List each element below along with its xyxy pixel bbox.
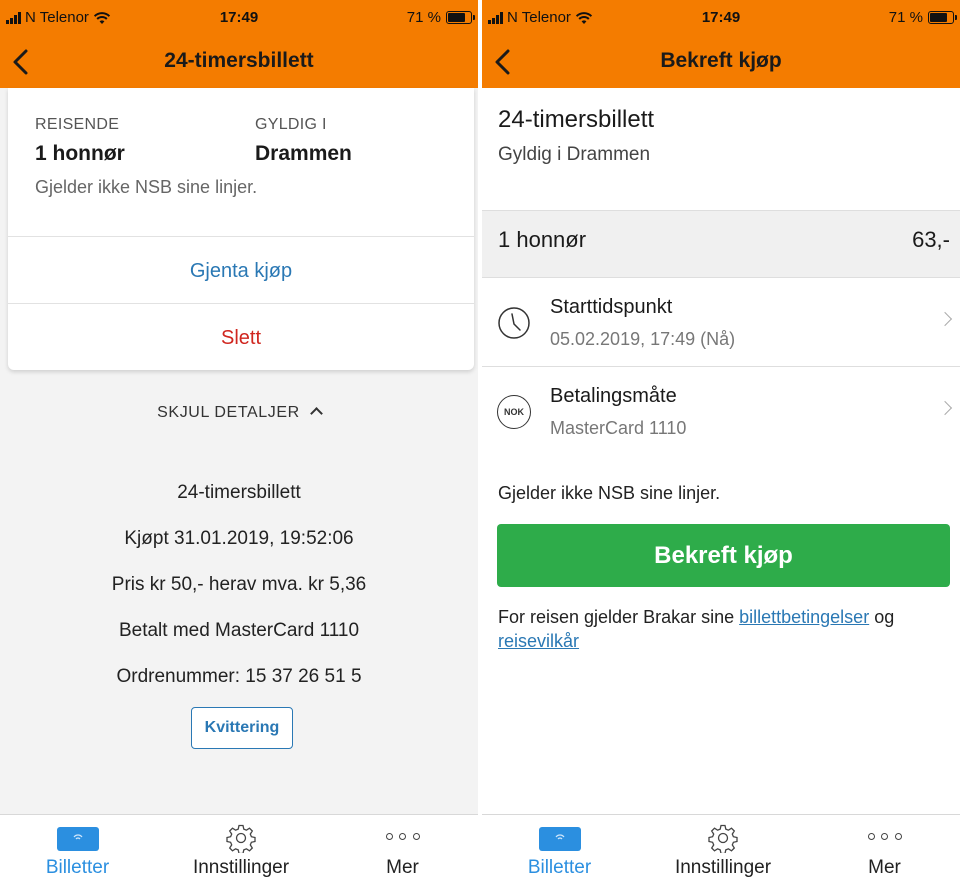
terms-prefix: For reisen gjelder Brakar sine <box>498 607 740 627</box>
travel-terms-link[interactable]: reisevilkår <box>498 631 579 651</box>
traveler-value: 1 honnør <box>35 142 125 165</box>
detail-price: Pris kr 50,- herav mva. kr 5,36 <box>111 574 367 595</box>
gear-icon <box>226 824 256 853</box>
ticket-details-screen: N Telenor 17:49 71 % 24-timersbillett RE… <box>0 0 478 884</box>
status-bar: N Telenor 17:49 71 % <box>482 0 960 36</box>
hide-details-toggle[interactable]: SKJUL DETALJER <box>0 404 478 422</box>
ticket-title: 24-timersbillett <box>498 106 655 133</box>
tab-tickets[interactable]: Billetter <box>0 815 155 884</box>
traveler-label: REISENDE <box>35 116 120 133</box>
ticket-note: Gjelder ikke NSB sine linjer. <box>498 483 721 503</box>
chevron-right-icon <box>937 311 953 327</box>
nav-bar: 24-timersbillett <box>0 36 478 88</box>
nav-bar: Bekreft kjøp <box>482 36 960 88</box>
hide-details-label: SKJUL DETALJER <box>157 404 300 421</box>
battery-percent: 71 % <box>406 9 441 26</box>
start-time-label: Starttidspunkt <box>550 296 673 318</box>
ticket-summary: 24-timersbillett Gyldig i Drammen <box>482 88 960 210</box>
payment-method-row[interactable]: NOK Betalingsmåte MasterCard 1110 <box>482 367 960 456</box>
terms-conjunction: og <box>869 607 895 627</box>
start-time-value: 05.02.2019, 17:49 (Nå) <box>550 329 736 349</box>
price-row: 1 honnør 63,- <box>482 210 960 278</box>
gear-icon <box>708 824 738 853</box>
tab-settings[interactable]: Innstillinger <box>637 815 809 884</box>
tab-settings-label: Innstillinger <box>192 857 290 878</box>
valid-in-label: GYLDIG I <box>255 116 327 133</box>
chevron-up-icon <box>309 407 323 420</box>
tab-bar: Billetter Innstillinger Mer <box>482 814 960 884</box>
tab-more-label: Mer <box>386 857 419 878</box>
ticket-terms-link[interactable]: billettbetingelser <box>739 607 869 627</box>
page-title: 24-timersbillett <box>164 49 314 72</box>
divider <box>8 236 474 237</box>
battery-icon <box>928 11 957 24</box>
ticket-note: Gjelder ikke NSB sine linjer. <box>35 177 258 197</box>
nok-currency-icon: NOK <box>497 395 531 429</box>
detail-payment: Betalt med MasterCard 1110 <box>118 620 360 641</box>
status-bar: N Telenor 17:49 71 % <box>0 0 478 36</box>
detail-order-number: Ordrenummer: 15 37 26 51 5 <box>116 666 362 687</box>
battery-indicator: 71 % <box>888 9 957 26</box>
repeat-purchase-button[interactable]: Gjenta kjøp <box>8 260 474 283</box>
detail-product: 24-timersbillett <box>177 482 301 503</box>
divider <box>8 303 474 304</box>
tab-tickets-label: Billetter <box>527 857 592 878</box>
payment-method-label: Betalingsmåte <box>550 385 677 407</box>
battery-fill <box>448 13 466 22</box>
tab-tickets-label: Billetter <box>45 857 110 878</box>
tab-bar: Billetter Innstillinger Mer <box>0 814 478 884</box>
terms-text: For reisen gjelder Brakar sine billettbe… <box>498 605 952 653</box>
tab-more-label: Mer <box>868 857 901 878</box>
page-title: Bekreft kjøp <box>660 49 782 72</box>
ticket-icon <box>56 827 99 851</box>
tab-more[interactable]: Mer <box>327 815 478 884</box>
ticket-icon <box>538 827 581 851</box>
tab-settings-label: Innstillinger <box>674 857 772 878</box>
start-time-row[interactable]: Starttidspunkt 05.02.2019, 17:49 (Nå) <box>482 278 960 367</box>
more-dots-icon <box>385 833 420 843</box>
clock-icon <box>498 307 530 339</box>
quantity-label: 1 honnør <box>498 227 587 252</box>
ticket-card: REISENDE GYLDIG I 1 honnør Drammen Gjeld… <box>8 88 474 370</box>
payment-method-value: MasterCard 1110 <box>550 418 687 438</box>
detail-purchased: Kjøpt 31.01.2019, 19:52:06 <box>124 528 354 549</box>
receipt-button[interactable]: Kvittering <box>191 707 293 749</box>
tab-more[interactable]: Mer <box>809 815 960 884</box>
battery-icon <box>446 11 475 24</box>
ticket-subtitle: Gyldig i Drammen <box>498 144 651 165</box>
delete-button[interactable]: Slett <box>8 327 474 350</box>
confirm-section: Gjelder ikke NSB sine linjer. Bekreft kj… <box>482 455 960 814</box>
price-amount: 63,- <box>912 227 950 252</box>
battery-indicator: 71 % <box>406 9 475 26</box>
battery-percent: 71 % <box>888 9 923 26</box>
valid-in-value: Drammen <box>255 142 352 165</box>
tab-tickets[interactable]: Billetter <box>482 815 637 884</box>
more-dots-icon <box>867 833 902 843</box>
tab-settings[interactable]: Innstillinger <box>155 815 327 884</box>
confirm-purchase-screen: N Telenor 17:49 71 % Bekreft kjøp 24-tim… <box>482 0 960 884</box>
chevron-right-icon <box>937 400 953 416</box>
battery-fill <box>930 13 948 22</box>
confirm-purchase-button[interactable]: Bekreft kjøp <box>497 524 950 587</box>
